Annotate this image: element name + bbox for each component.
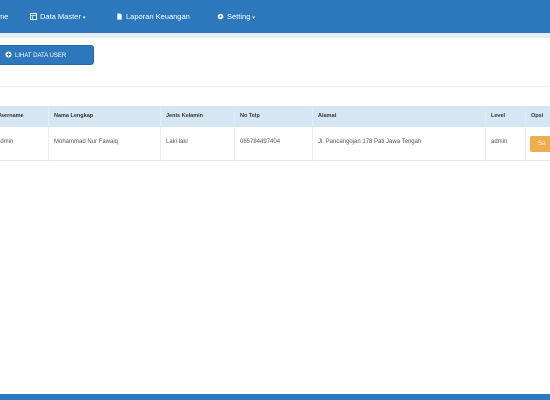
cell-alamat: Jl. Pancangojan 178 Pati Jawa Tengah — [313, 127, 486, 161]
header-username: Username — [0, 106, 49, 127]
cell-nama-lengkap: Mohammad Nur Fawaiq — [49, 127, 161, 161]
chevron-down-icon: ▾ — [82, 15, 86, 21]
top-navbar: me Data Master ▾ Laporan Keuangan Setting… — [0, 0, 550, 33]
navbar-shadow-strip — [0, 33, 550, 38]
gear-icon — [217, 13, 224, 20]
header-opsi: Opsi — [526, 106, 550, 127]
nav-laporan-keuangan-link[interactable]: Laporan Keuangan — [116, 10, 190, 24]
view-users-label: LIHAT DATA USER — [15, 53, 67, 59]
chevron-down-icon: ▾ — [252, 15, 255, 21]
header-jenis-kelamin: Jenis Kelamin — [161, 106, 235, 127]
header-alamat: Alamat — [313, 106, 486, 127]
cell-no-telp: 085784497404 — [235, 127, 313, 161]
nav-data-master-label: Data Master — [40, 12, 81, 21]
nav-home-label: me — [0, 12, 9, 21]
footer-bar — [0, 394, 550, 400]
nav-setting-menu[interactable]: Setting ▾ — [217, 10, 255, 24]
cell-jenis-kelamin: Laki laki — [161, 127, 235, 161]
cell-username: admin — [0, 127, 49, 161]
header-level: Level — [486, 106, 526, 127]
plus-circle-icon — [5, 51, 12, 58]
header-no-telp: No Telp — [235, 106, 313, 127]
view-users-button[interactable]: LIHAT DATA USER — [0, 45, 94, 65]
content-divider — [0, 86, 550, 87]
header-nama-lengkap: Nama Lengkap — [49, 106, 161, 127]
nav-data-master-menu[interactable]: Data Master ▾ — [30, 10, 85, 24]
table-icon — [30, 13, 37, 20]
nav-laporan-keuangan-label: Laporan Keuangan — [126, 12, 190, 21]
nav-home-link[interactable]: me — [0, 10, 8, 24]
edit-user-button[interactable]: Sa — [530, 136, 550, 152]
nav-setting-label: Setting — [227, 12, 251, 21]
file-icon — [117, 13, 122, 20]
cell-level: admin — [486, 127, 526, 161]
